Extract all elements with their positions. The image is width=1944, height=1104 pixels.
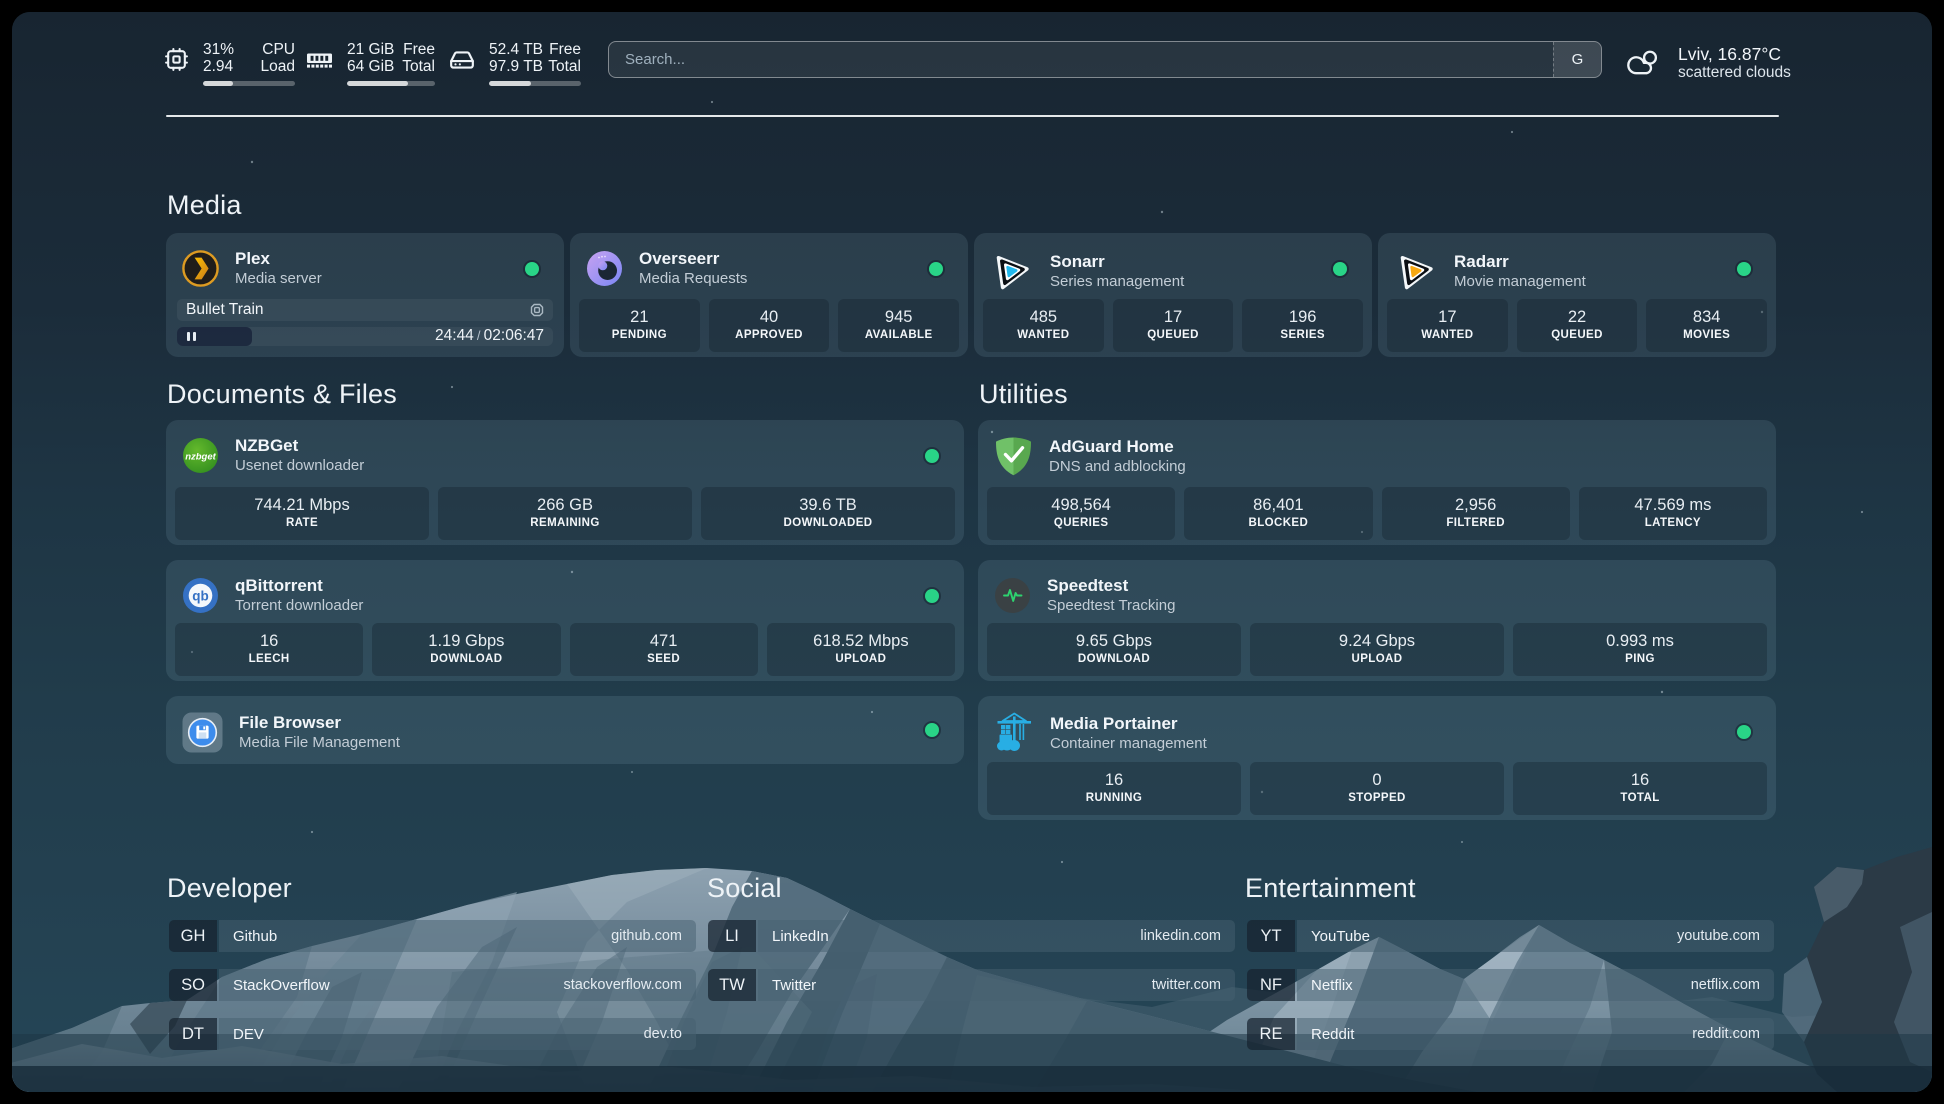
svg-text:qb: qb [192,588,209,603]
svg-text:nzbget: nzbget [185,452,216,463]
